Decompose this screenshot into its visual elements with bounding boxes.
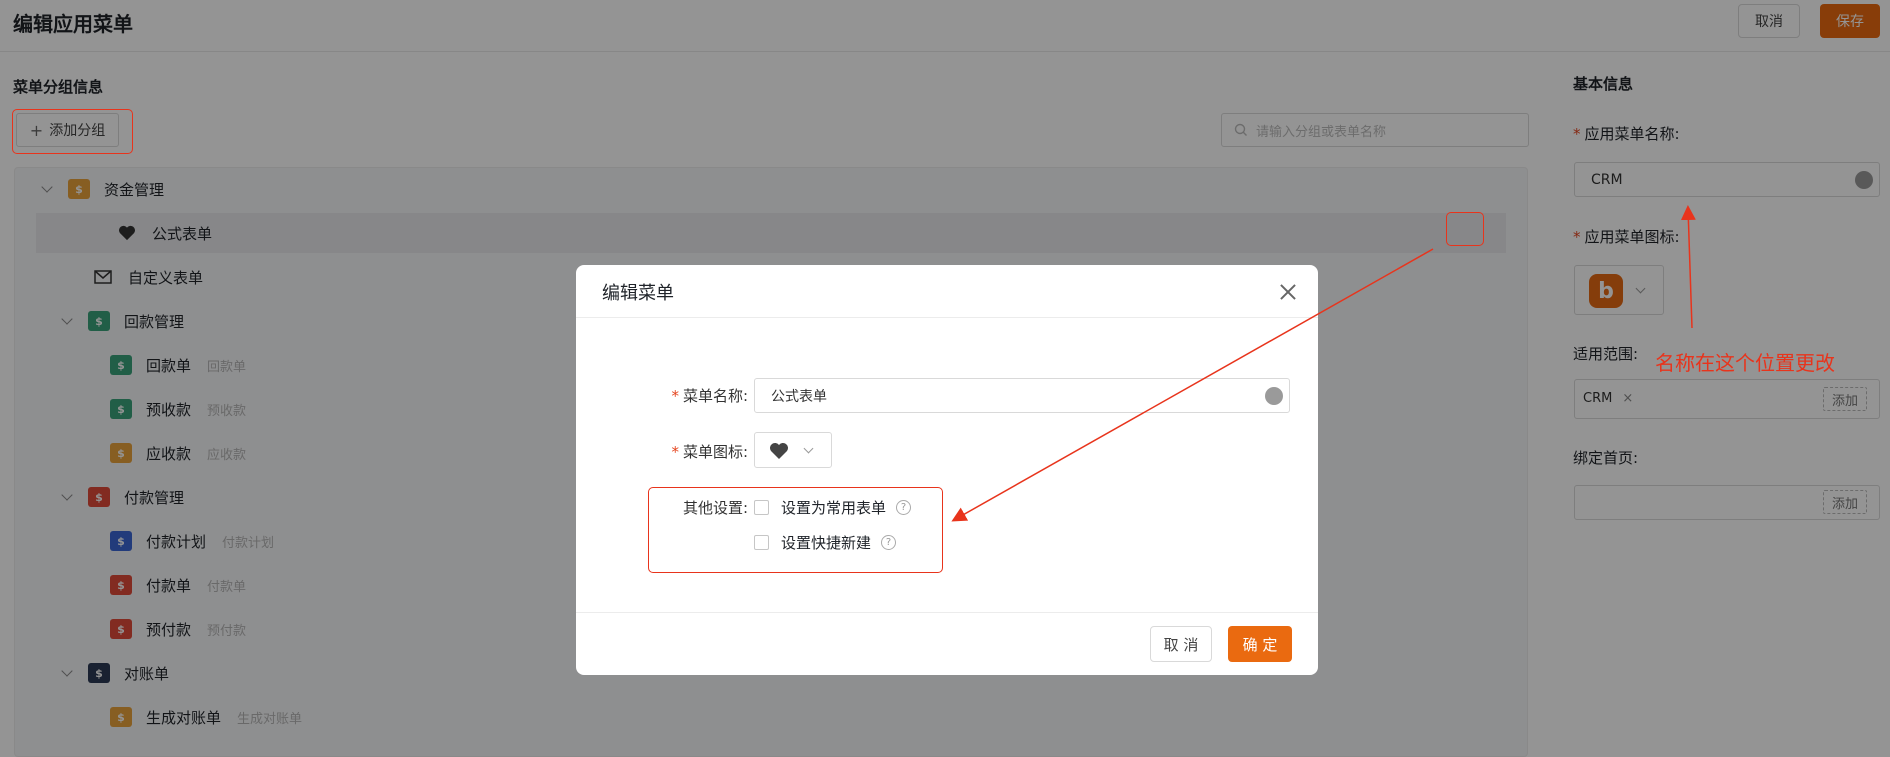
dialog-footer-divider [576, 612, 1318, 613]
menu-icon-label: * 菜单图标: [671, 443, 748, 461]
close-icon[interactable] [1278, 282, 1298, 302]
globe-icon[interactable] [1265, 387, 1283, 405]
edit-menu-dialog: 编辑菜单 * 菜单名称: 公式表单 * 菜单图标: 其他设置: 设置为常用表单 ? … [576, 265, 1318, 675]
chevron-down-icon [803, 443, 814, 454]
dialog-cancel-button[interactable]: 取 消 [1150, 626, 1212, 662]
dialog-header-divider [576, 317, 1318, 318]
menu-icon-picker[interactable] [754, 432, 832, 468]
menu-name-label: * 菜单名称: [671, 387, 748, 405]
dialog-title: 编辑菜单 [602, 283, 674, 304]
annotation-text: 名称在这个位置更改 [1655, 351, 1835, 375]
heart-icon [770, 443, 788, 459]
menu-name-field[interactable]: 公式表单 [754, 378, 1290, 413]
menu-name-value: 公式表单 [771, 388, 827, 405]
highlight-add-group [12, 109, 133, 154]
highlight-edit-action [1446, 212, 1484, 246]
required-mark: * [671, 387, 679, 405]
required-mark: * [671, 443, 679, 461]
dialog-confirm-button[interactable]: 确 定 [1228, 626, 1292, 662]
highlight-other-settings [648, 487, 943, 573]
